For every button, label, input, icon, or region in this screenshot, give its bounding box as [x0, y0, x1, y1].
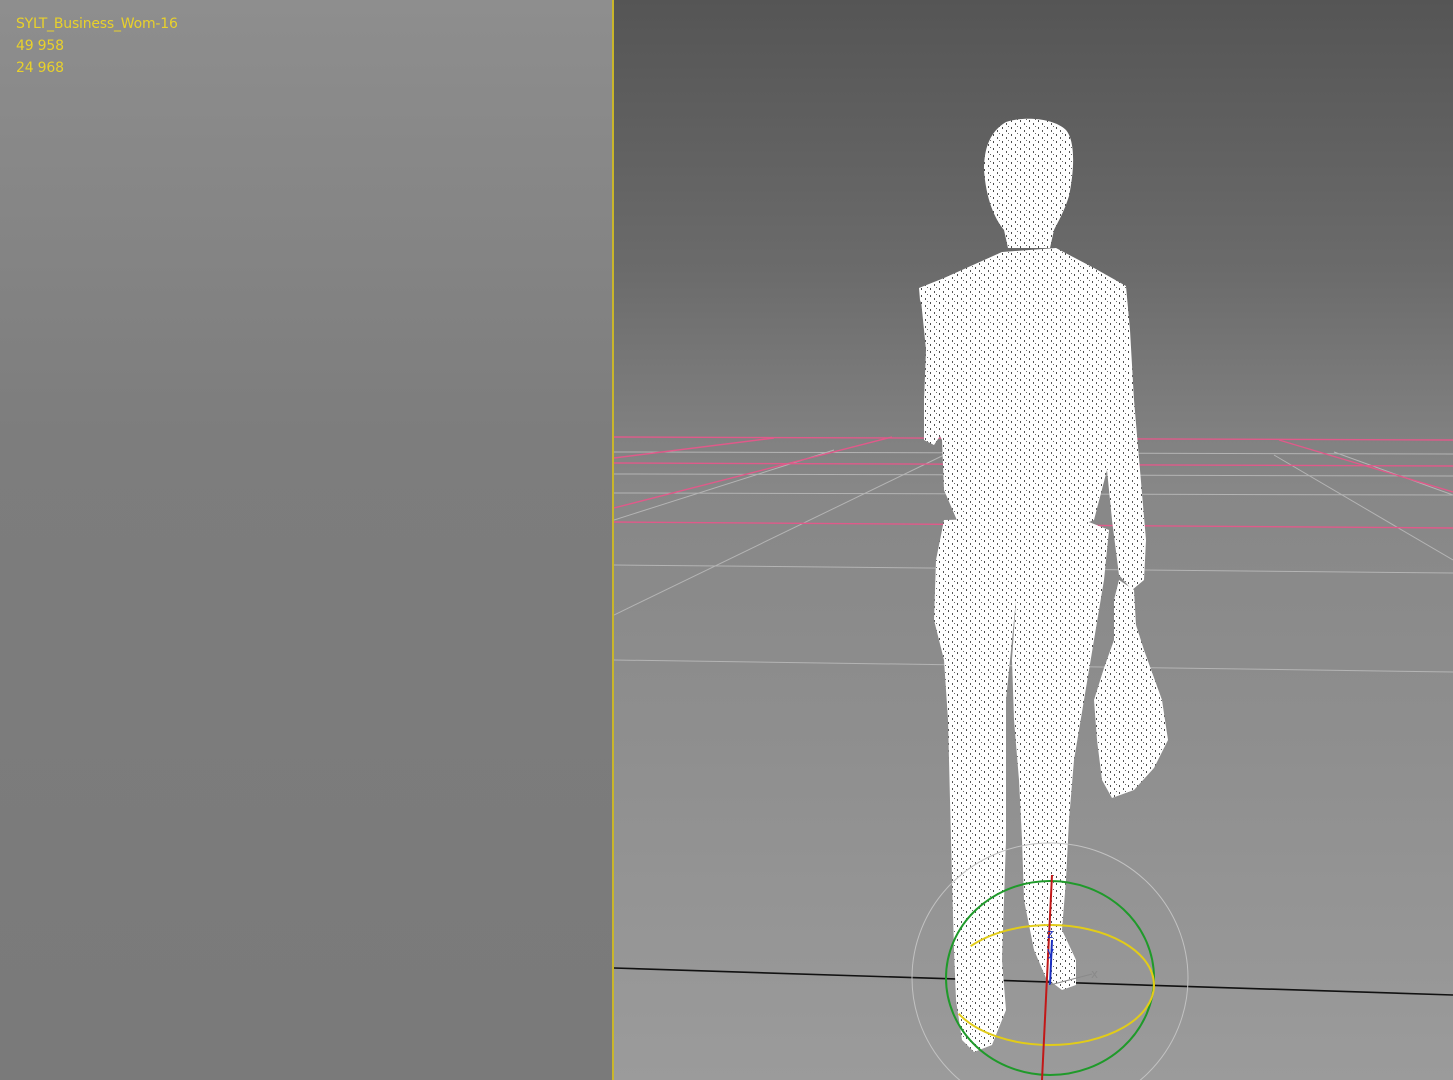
axis-label-y: y — [1047, 945, 1054, 959]
object-name-label: SYLT_Business_Wom-16 — [16, 16, 178, 32]
world-axis-line — [614, 967, 1453, 996]
viewport-scene: z y x — [614, 118, 1453, 1080]
axis-label-x: x — [1091, 967, 1098, 981]
app-window: SYLT_Business_Wom-16 49 958 24 968 z y x — [0, 0, 1453, 1080]
woman-figure-model[interactable] — [919, 118, 1168, 1052]
polygon-count: 49 958 — [16, 38, 64, 54]
left-viewport[interactable]: SYLT_Business_Wom-16 49 958 24 968 — [0, 0, 613, 1080]
axis-label-z: z — [1047, 927, 1053, 941]
vertex-count: 24 968 — [16, 60, 64, 76]
perspective-viewport[interactable]: z y x — [614, 0, 1453, 1080]
viewport-statistics: SYLT_Business_Wom-16 49 958 24 968 — [16, 13, 178, 79]
